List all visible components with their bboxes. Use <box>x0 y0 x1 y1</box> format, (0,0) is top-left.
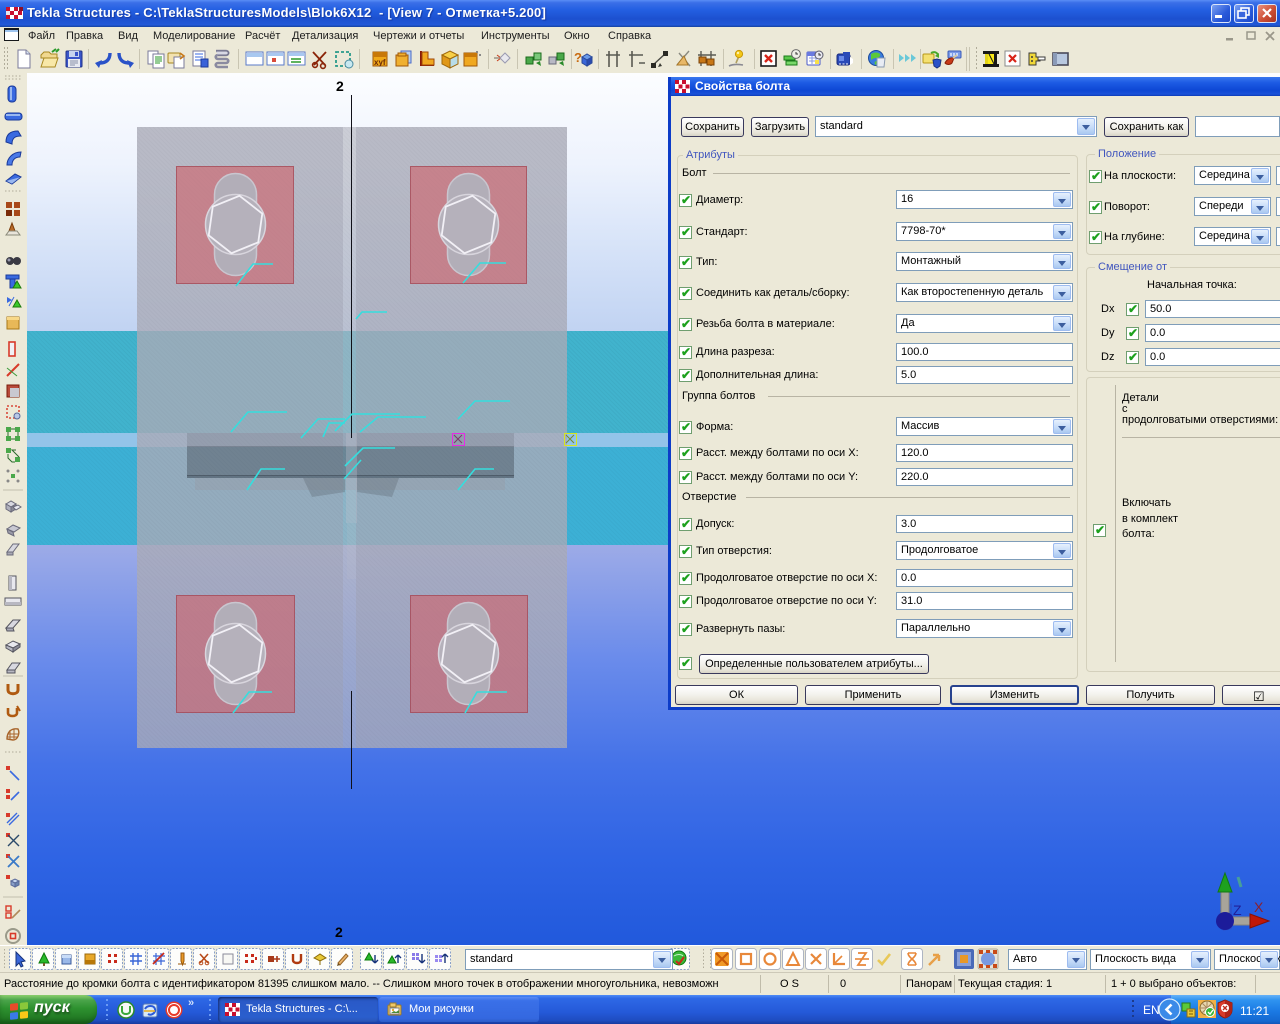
svg-text:?: ? <box>574 50 582 65</box>
svg-text:xyf: xyf <box>374 58 386 67</box>
